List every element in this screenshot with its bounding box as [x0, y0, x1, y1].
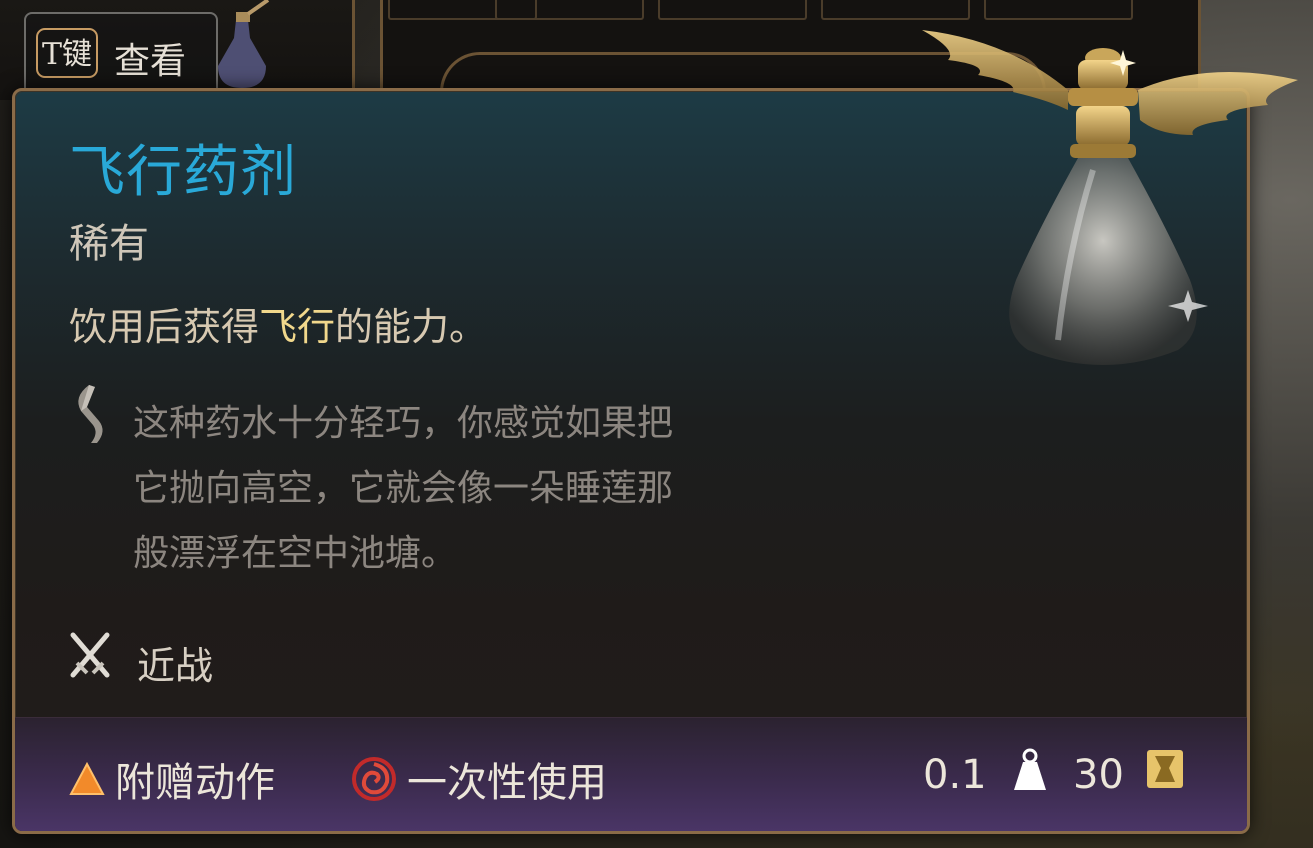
lore-line: 这种药水十分轻巧，你感觉如果把	[133, 403, 674, 444]
gold-coin-icon	[1147, 750, 1183, 788]
red-swirl-icon	[352, 757, 396, 801]
crossed-swords-icon	[70, 632, 110, 678]
inventory-slot[interactable]	[495, 0, 644, 20]
orange-triangle-icon	[69, 762, 105, 795]
action-type: 附赠动作	[69, 750, 275, 808]
lore-line: 般漂浮在空中池塘。	[133, 533, 458, 574]
lore-text: 这种药水十分轻巧，你感觉如果把 它抛向高空，它就会像一朵睡莲那 般漂浮在空中池塘…	[133, 391, 833, 586]
flask-thumbnail-icon	[218, 0, 270, 88]
effect-suffix: 的能力。	[335, 305, 488, 349]
key-badge: T键	[36, 28, 98, 78]
inventory-slot[interactable]	[984, 0, 1133, 20]
examine-hint[interactable]: T键 查看	[24, 12, 218, 94]
inventory-slot[interactable]	[658, 0, 807, 20]
weight-icon	[1014, 748, 1046, 790]
lore-line: 它抛向高空，它就会像一朵睡莲那	[133, 468, 674, 509]
inventory-slot[interactable]	[821, 0, 970, 20]
price-value: 30	[1073, 752, 1124, 798]
action-type-label: 附赠动作	[115, 760, 275, 806]
item-rarity: 稀有	[69, 221, 149, 267]
effect-highlight: 飞行	[259, 305, 336, 349]
examine-label: 查看	[114, 41, 187, 82]
usage-label: 一次性使用	[407, 760, 607, 806]
scroll-quill-icon	[78, 385, 103, 443]
winged-potion-flask	[922, 30, 1298, 365]
tooltip-footer: 附赠动作 一次性使用 0.1 30	[15, 717, 1247, 831]
game-scene: T键 查看 飞行药剂 稀有 饮用后获得飞行的能力。 这种药水十分轻巧，你感觉如果…	[0, 0, 1313, 848]
weapon-type: 近战	[137, 644, 214, 688]
effect-prefix: 饮用后获得	[69, 305, 260, 349]
item-effect: 饮用后获得飞行的能力。	[69, 296, 487, 351]
item-name: 飞行药剂	[69, 140, 297, 205]
usage-type: 一次性使用	[351, 750, 607, 808]
weight-value: 0.1	[923, 752, 987, 798]
